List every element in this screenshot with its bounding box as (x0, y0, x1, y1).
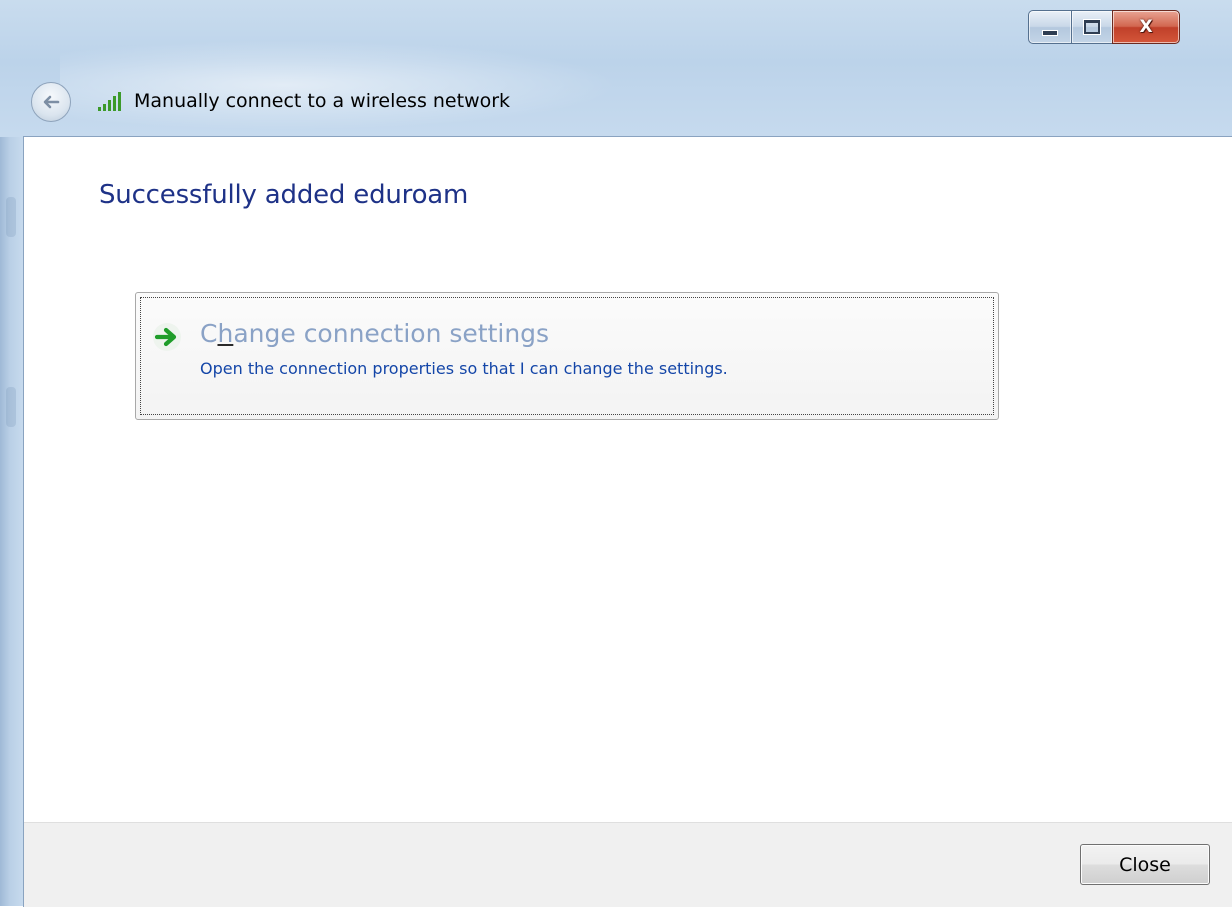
left-frame (0, 137, 24, 906)
back-button[interactable] (31, 82, 71, 122)
accelerator-key: h (217, 319, 234, 348)
wizard-window: X Manually connect to a wireless network… (0, 0, 1232, 907)
caption-buttons: X (1028, 10, 1180, 44)
focus-rectangle (140, 297, 994, 415)
close-button[interactable]: Close (1080, 844, 1210, 885)
frame-streak (6, 197, 16, 237)
wireless-signal-icon (98, 92, 121, 111)
title-row: Manually connect to a wireless network (96, 86, 510, 116)
close-window-button[interactable]: X (1112, 10, 1180, 44)
frame-streak (6, 387, 16, 427)
minimize-icon (1042, 30, 1058, 36)
change-connection-settings-link[interactable]: Change connection settings Open the conn… (135, 292, 999, 420)
close-icon: X (1139, 17, 1153, 37)
glass-blur (60, 40, 620, 130)
title-part: ange connection settings (233, 319, 550, 348)
content-pane (23, 136, 1232, 907)
green-arrow-icon (153, 323, 181, 351)
title-bar[interactable]: X Manually connect to a wireless network (0, 0, 1232, 137)
window-title: Manually connect to a wireless network (134, 90, 511, 112)
maximize-button[interactable] (1071, 10, 1112, 44)
maximize-icon (1084, 20, 1100, 34)
footer-bar: Close (24, 822, 1232, 907)
title-part: C (200, 319, 218, 348)
command-link-title: Change connection settings (200, 319, 549, 348)
minimize-button[interactable] (1028, 10, 1071, 44)
page-heading: Successfully added eduroam (99, 180, 469, 210)
command-link-description: Open the connection properties so that I… (200, 359, 728, 378)
back-arrow-icon (43, 95, 60, 109)
